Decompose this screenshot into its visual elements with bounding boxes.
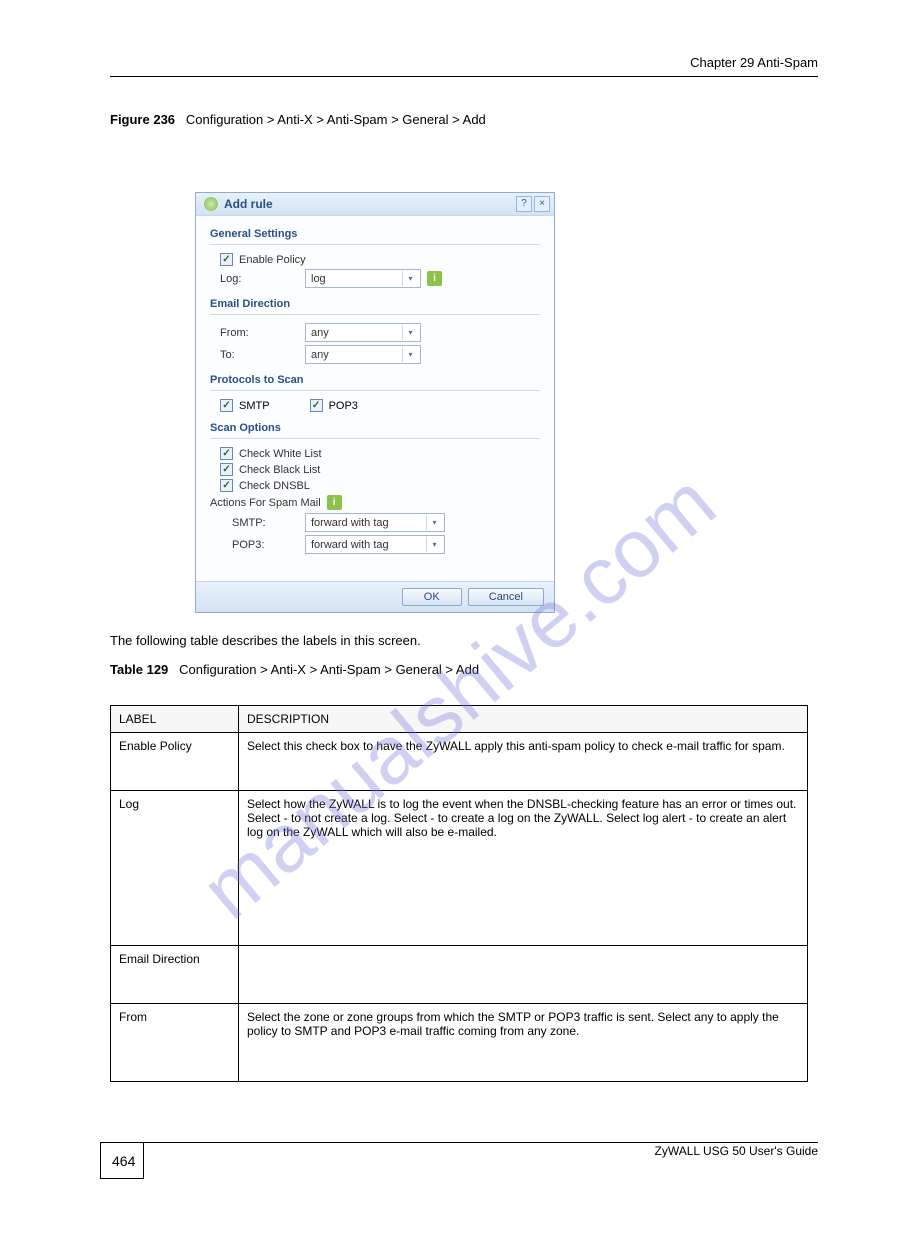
blacklist-checkbox[interactable]: ✓ [220, 463, 233, 476]
enable-policy-checkbox[interactable]: ✓ [220, 253, 233, 266]
blacklist-label: Check Black List [239, 464, 320, 476]
cancel-button[interactable]: Cancel [468, 588, 544, 606]
log-select-value: log [311, 273, 326, 285]
whitelist-label: Check White List [239, 448, 322, 460]
actions-spam-label: Actions For Spam Mail [210, 497, 321, 509]
from-select[interactable]: any ▾ [305, 323, 421, 342]
table-cell-label: Log [111, 791, 239, 946]
table-cell-label: Email Direction [111, 946, 239, 1004]
table-row: Enable Policy Select this check box to h… [111, 733, 808, 791]
section-email-direction: Email Direction [210, 298, 540, 315]
page-number: 464 [112, 1153, 135, 1169]
table-intro: The following table describes the labels… [110, 633, 918, 648]
smtp-label: SMTP [239, 400, 270, 412]
smtp-checkbox[interactable]: ✓ [220, 399, 233, 412]
table-cell-desc [239, 946, 808, 1004]
from-label: From: [220, 327, 305, 339]
table-head-label: LABEL [111, 706, 239, 733]
pop3-action-label: POP3: [232, 539, 305, 551]
smtp-action-value: forward with tag [311, 517, 389, 529]
info-icon[interactable]: i [427, 271, 442, 286]
table-row: Email Direction [111, 946, 808, 1004]
chevron-down-icon: ▾ [402, 347, 418, 362]
dnsbl-label: Check DNSBL [239, 480, 310, 492]
section-scan-options: Scan Options [210, 422, 540, 439]
table-caption: Table 129 Configuration > Anti-X > Anti-… [110, 662, 918, 677]
table-cell-label: From [111, 1004, 239, 1082]
to-select-value: any [311, 349, 329, 361]
page-header: Chapter 29 Anti-Spam [110, 55, 818, 77]
dialog-title: Add rule [224, 197, 514, 211]
pop3-action-select[interactable]: forward with tag ▾ [305, 535, 445, 554]
table-caption-title: Configuration > Anti-X > Anti-Spam > Gen… [179, 662, 479, 677]
section-protocols: Protocols to Scan [210, 374, 540, 391]
table-cell-desc: Select this check box to have the ZyWALL… [239, 733, 808, 791]
dnsbl-checkbox[interactable]: ✓ [220, 479, 233, 492]
smtp-action-label: SMTP: [232, 517, 305, 529]
from-select-value: any [311, 327, 329, 339]
table-cell-desc: Select how the ZyWALL is to log the even… [239, 791, 808, 946]
chevron-down-icon: ▾ [402, 271, 418, 286]
table-cell-label: Enable Policy [111, 733, 239, 791]
figure-caption: Figure 236 Configuration > Anti-X > Anti… [110, 112, 918, 127]
pop3-label: POP3 [329, 400, 358, 412]
footer-rule [100, 1142, 818, 1143]
info-icon[interactable]: i [327, 495, 342, 510]
table-caption-num: Table 129 [110, 662, 168, 677]
smtp-action-select[interactable]: forward with tag ▾ [305, 513, 445, 532]
add-rule-dialog: Add rule ? × General Settings ✓ Enable P… [195, 192, 555, 613]
whitelist-checkbox[interactable]: ✓ [220, 447, 233, 460]
to-label: To: [220, 349, 305, 361]
table-row: From Select the zone or zone groups from… [111, 1004, 808, 1082]
close-button[interactable]: × [534, 196, 550, 212]
chevron-down-icon: ▾ [402, 325, 418, 340]
table-cell-desc: Select the zone or zone groups from whic… [239, 1004, 808, 1082]
guide-title: ZyWALL USG 50 User's Guide [655, 1144, 818, 1158]
table-row: Log Select how the ZyWALL is to log the … [111, 791, 808, 946]
chapter-title: Chapter 29 Anti-Spam [690, 55, 818, 70]
section-general-settings: General Settings [210, 228, 540, 245]
ok-button[interactable]: OK [402, 588, 462, 606]
pop3-action-value: forward with tag [311, 539, 389, 551]
figure-title: Configuration > Anti-X > Anti-Spam > Gen… [186, 112, 486, 127]
help-button[interactable]: ? [516, 196, 532, 212]
table-head-desc: DESCRIPTION [239, 706, 808, 733]
labels-table: LABEL DESCRIPTION Enable Policy Select t… [110, 705, 808, 1082]
log-label: Log: [220, 273, 305, 285]
to-select[interactable]: any ▾ [305, 345, 421, 364]
figure-number: Figure 236 [110, 112, 175, 127]
log-select[interactable]: log ▾ [305, 269, 421, 288]
enable-policy-label: Enable Policy [239, 254, 306, 266]
dialog-icon [204, 197, 218, 211]
dialog-titlebar: Add rule ? × [196, 193, 554, 216]
chevron-down-icon: ▾ [426, 537, 442, 552]
pop3-checkbox[interactable]: ✓ [310, 399, 323, 412]
chevron-down-icon: ▾ [426, 515, 442, 530]
